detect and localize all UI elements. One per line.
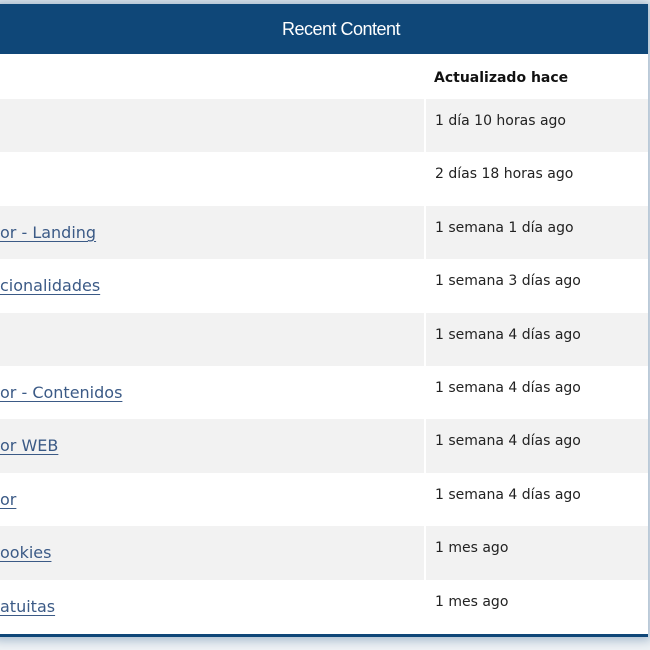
title-cell: or - Contenidos <box>0 366 425 419</box>
title-cell: cionalidades <box>0 259 425 312</box>
table-row: ookies 1 mes ago <box>0 526 648 580</box>
column-header-title <box>0 54 425 99</box>
content-link[interactable]: atuitas <box>0 597 55 616</box>
title-cell <box>0 313 425 366</box>
content-link[interactable]: or - Landing <box>0 223 96 242</box>
table-row: or - Contenidos 1 semana 4 días ago <box>0 365 648 420</box>
recent-content-table: Actualizado hace 1 día 10 horas ago 2 dí… <box>0 54 648 633</box>
updated-cell: 1 semana 3 días ago <box>424 259 648 313</box>
updated-cell: 1 semana 4 días ago <box>424 312 648 366</box>
panel-title: Recent Content <box>0 4 648 54</box>
table-body: 1 día 10 horas ago 2 días 18 horas ago o… <box>0 99 648 633</box>
updated-cell: 1 día 10 horas ago <box>424 99 648 153</box>
title-cell: atuitas <box>0 580 425 633</box>
table-row: cionalidades 1 semana 3 días ago <box>0 259 648 313</box>
title-cell: or - Landing <box>0 206 425 259</box>
content-link[interactable]: or WEB <box>0 436 58 455</box>
title-cell: or WEB <box>0 419 425 472</box>
recent-content-panel: Recent Content Actualizado hace 1 día 10… <box>0 4 648 637</box>
table-row: or - Landing 1 semana 1 día ago <box>0 205 648 260</box>
title-cell <box>0 99 425 152</box>
table-header-row: Actualizado hace <box>0 54 648 99</box>
title-cell: ookies <box>0 526 425 579</box>
table-row: or WEB 1 semana 4 días ago <box>0 419 648 473</box>
updated-cell: 1 semana 1 día ago <box>424 205 648 260</box>
updated-cell: 1 semana 4 días ago <box>424 472 648 527</box>
title-cell: or <box>0 473 425 526</box>
table-row: 1 semana 4 días ago <box>0 312 648 366</box>
column-header-updated: Actualizado hace <box>434 70 569 86</box>
table-row: 1 día 10 horas ago <box>0 99 648 153</box>
content-link[interactable]: or <box>0 490 16 509</box>
updated-cell: 1 mes ago <box>424 526 648 580</box>
content-link[interactable]: ookies <box>0 543 51 562</box>
content-link[interactable]: cionalidades <box>0 276 100 295</box>
title-cell <box>0 152 425 205</box>
updated-cell: 2 días 18 horas ago <box>424 152 648 206</box>
table-row: or 1 semana 4 días ago <box>0 472 648 527</box>
table-row: atuitas 1 mes ago <box>0 579 648 633</box>
table-row: 2 días 18 horas ago <box>0 152 648 206</box>
updated-cell: 1 semana 4 días ago <box>424 365 648 420</box>
updated-cell: 1 semana 4 días ago <box>424 419 648 473</box>
content-link[interactable]: or - Contenidos <box>0 383 122 402</box>
updated-cell: 1 mes ago <box>424 579 648 633</box>
